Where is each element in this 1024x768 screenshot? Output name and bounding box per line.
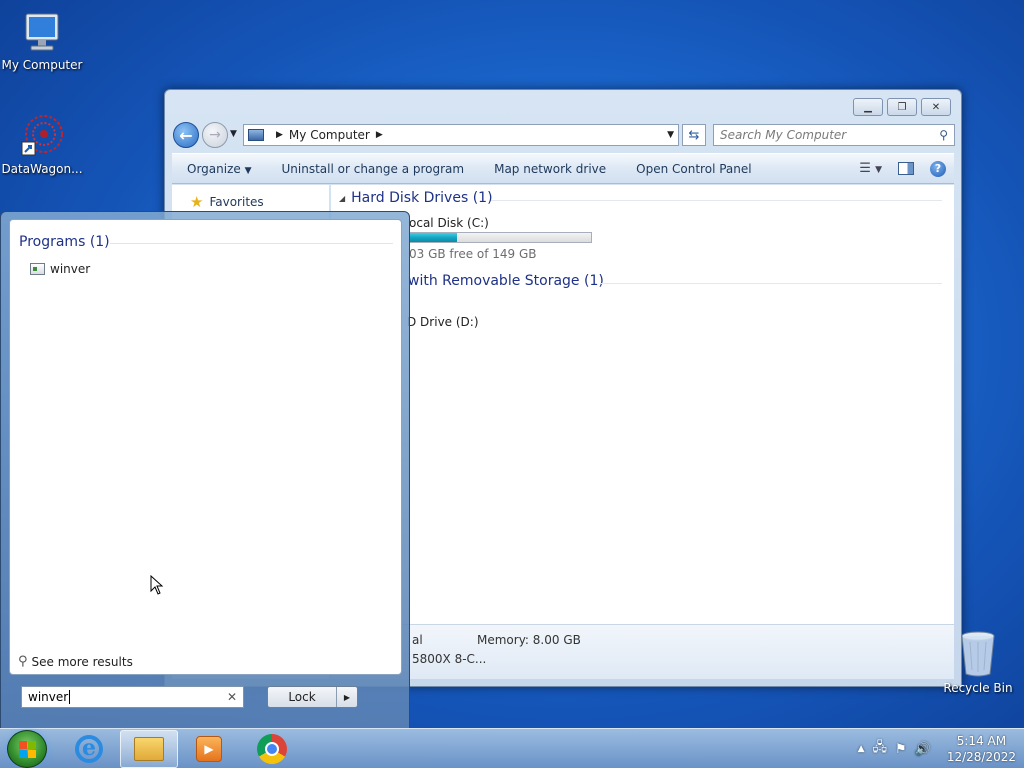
- header-divider: [110, 243, 393, 244]
- group-title: Hard Disk Drives (1): [351, 190, 493, 206]
- taskbar-windows-explorer[interactable]: [120, 730, 178, 768]
- chevron-down-icon: ▼: [244, 165, 252, 176]
- close-button[interactable]: ✕: [921, 98, 951, 116]
- breadcrumb-my-computer[interactable]: My Computer: [289, 128, 370, 142]
- group-divider: [491, 200, 942, 201]
- shutdown-options-arrow-icon[interactable]: ▶: [337, 687, 357, 707]
- clock[interactable]: 5:14 AM 12/28/2022: [947, 733, 1016, 765]
- taskbar-chrome[interactable]: [243, 730, 301, 768]
- internet-explorer-icon: [75, 735, 103, 763]
- clear-search-icon[interactable]: ✕: [227, 690, 237, 704]
- programs-header[interactable]: Programs (1): [19, 234, 110, 250]
- mouse-cursor-icon: [150, 575, 164, 595]
- navigation-bar: ← → ▼ ▶ My Computer ▶ ▼ ⇆ Search My Comp…: [173, 121, 955, 148]
- lock-button-group: Lock ▶: [267, 686, 358, 708]
- refresh-button[interactable]: ⇆: [682, 124, 706, 146]
- system-tray: ▲ 🖧 ⚑ 🔊 5:14 AM 12/28/2022: [858, 729, 1016, 768]
- details-pane: al Memory: 8.00 GB 5800X 8-C...: [331, 624, 954, 679]
- breadcrumb-chevron-icon[interactable]: ▶: [276, 130, 283, 140]
- usage-fill: [410, 233, 458, 242]
- forward-button[interactable]: →: [202, 122, 228, 148]
- details-text: al: [412, 633, 423, 647]
- command-bar: Organize ▼ Uninstall or change a program…: [172, 153, 954, 184]
- group-header-hard-disk[interactable]: ◢ Hard Disk Drives (1): [339, 190, 493, 206]
- memory-text: Memory: 8.00 GB: [477, 633, 581, 647]
- drive-c-usage-bar: [409, 232, 592, 243]
- start-button[interactable]: [7, 730, 47, 768]
- clock-date: 12/28/2022: [946, 750, 1016, 764]
- taskbar: ▶ ▲ 🖧 ⚑ 🔊 5:14 AM 12/28/2022: [0, 728, 1024, 768]
- content-pane: ◢ Hard Disk Drives (1) ocal Disk (C:) 03…: [331, 185, 954, 624]
- desktop-icon-label: DataWagon...: [1, 162, 83, 176]
- search-placeholder: Search My Computer: [720, 128, 847, 142]
- media-player-icon: ▶: [196, 736, 222, 762]
- desktop-icon-datawagon[interactable]: DataWagon...: [0, 112, 84, 176]
- breadcrumb-chevron-icon[interactable]: ▶: [376, 130, 383, 140]
- map-network-drive-button[interactable]: Map network drive: [479, 162, 621, 176]
- group-title: with Removable Storage (1): [408, 273, 604, 289]
- help-icon[interactable]: ?: [930, 160, 946, 177]
- search-results-panel: Programs (1) winver ⚲ See more results: [9, 219, 402, 675]
- organize-button[interactable]: Organize ▼: [172, 162, 267, 176]
- network-icon[interactable]: 🖧: [872, 738, 887, 760]
- text-caret: [69, 690, 71, 704]
- processor-text: 5800X 8-C...: [412, 652, 487, 666]
- back-arrow-icon: ←: [179, 125, 193, 145]
- taskbar-media-player[interactable]: ▶: [180, 730, 238, 768]
- clock-time: 5:14 AM: [956, 734, 1007, 748]
- program-window-icon: [30, 263, 45, 275]
- window-controls: ▁ ❐ ✕: [853, 98, 951, 116]
- datawagon-icon: [18, 112, 66, 160]
- volume-icon[interactable]: 🔊: [915, 742, 931, 757]
- program-item-winver[interactable]: winver: [30, 262, 90, 276]
- address-bar[interactable]: ▶ My Computer ▶ ▼: [243, 124, 679, 146]
- start-menu: Programs (1) winver ⚲ See more results w…: [0, 211, 410, 729]
- recent-pages-dropdown[interactable]: ▼: [230, 129, 237, 139]
- see-more-results-link[interactable]: ⚲ See more results: [18, 654, 133, 669]
- refresh-icon: ⇆: [688, 127, 700, 143]
- computer-icon: [248, 129, 264, 141]
- favorites-label: Favorites: [209, 195, 264, 209]
- chrome-icon: [257, 734, 287, 764]
- drive-c-free-space: 03 GB free of 149 GB: [409, 247, 537, 261]
- restore-button[interactable]: ❐: [887, 98, 917, 116]
- action-center-flag-icon[interactable]: ⚑: [895, 742, 907, 757]
- preview-pane-icon[interactable]: [898, 162, 914, 175]
- collapse-triangle-icon[interactable]: ◢: [339, 194, 345, 203]
- forward-arrow-icon: →: [209, 127, 221, 143]
- back-button[interactable]: ←: [173, 122, 199, 148]
- drive-d-name[interactable]: D Drive (D:): [407, 315, 479, 329]
- search-value: winver: [28, 690, 69, 704]
- desktop-icon-label: My Computer: [1, 58, 83, 72]
- see-more-label: See more results: [31, 654, 133, 669]
- recycle-bin-label: Recycle Bin: [943, 681, 1013, 695]
- folder-icon: [134, 737, 164, 761]
- group-divider: [601, 283, 942, 284]
- address-dropdown-icon[interactable]: ▼: [667, 130, 674, 140]
- search-input[interactable]: Search My Computer ⚲: [713, 124, 955, 146]
- nav-item-favorites[interactable]: ★ Favorites: [190, 193, 264, 211]
- program-label: winver: [50, 262, 91, 276]
- group-header-removable[interactable]: with Removable Storage (1): [408, 273, 604, 289]
- lock-button[interactable]: Lock: [268, 687, 337, 707]
- minimize-button[interactable]: ▁: [853, 98, 883, 116]
- computer-icon: [18, 8, 66, 56]
- uninstall-program-button[interactable]: Uninstall or change a program: [267, 162, 480, 176]
- organize-label: Organize: [187, 161, 241, 176]
- open-control-panel-button[interactable]: Open Control Panel: [621, 162, 766, 176]
- start-search-input[interactable]: winver ✕: [21, 686, 244, 708]
- drive-c-name[interactable]: ocal Disk (C:): [409, 216, 489, 230]
- desktop-icon-recycle-bin[interactable]: Recycle Bin: [940, 630, 1016, 695]
- change-view-icon[interactable]: ☰ ▼: [859, 161, 882, 176]
- search-icon: ⚲: [18, 654, 28, 669]
- recycle-bin-icon: [961, 631, 995, 677]
- taskbar-internet-explorer[interactable]: [60, 730, 118, 768]
- search-icon[interactable]: ⚲: [939, 128, 948, 142]
- star-icon: ★: [190, 193, 204, 211]
- desktop-icon-my-computer[interactable]: My Computer: [0, 8, 84, 72]
- show-hidden-icons-icon[interactable]: ▲: [858, 744, 865, 754]
